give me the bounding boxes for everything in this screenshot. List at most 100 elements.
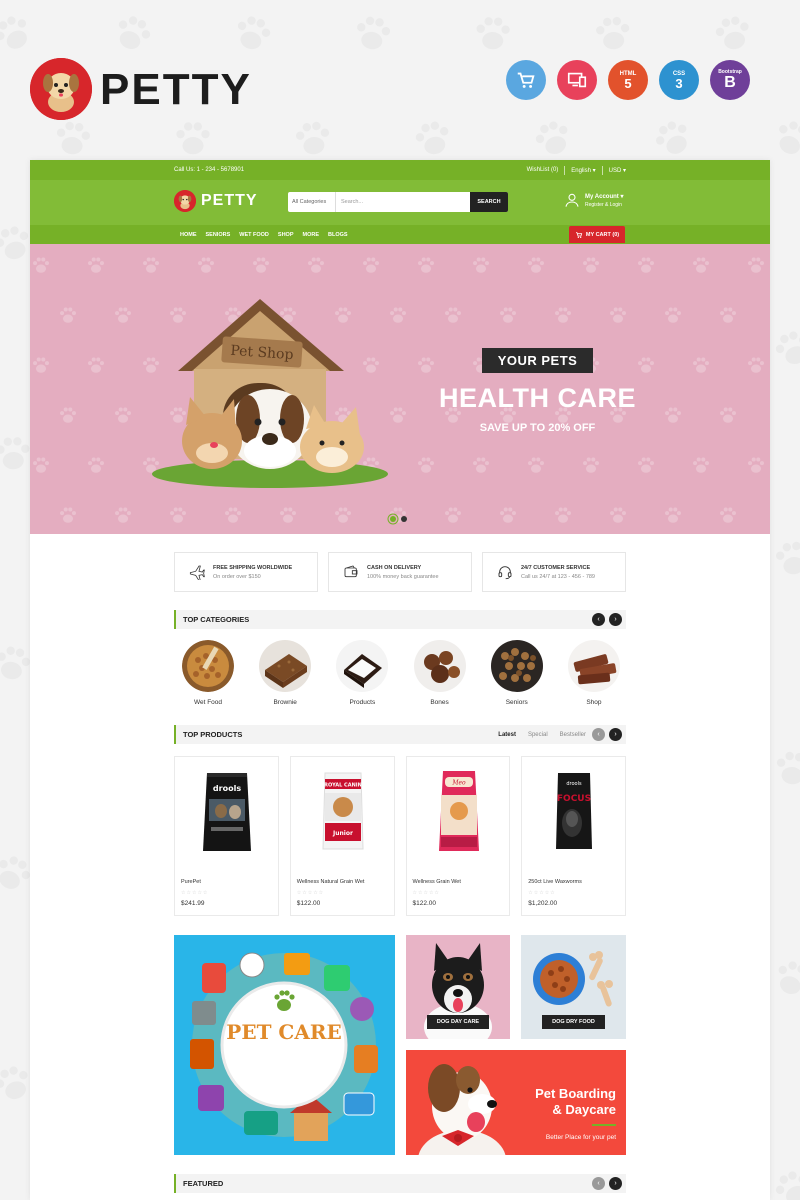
paw-decoration-icon [250,254,272,276]
shop-image [567,640,620,692]
template-header: PETTY HTML 5 CSS 3 Bootstrap B [0,0,800,150]
pet-care-banner[interactable]: PET CARE [174,935,395,1155]
product-price: $241.99 [181,900,205,907]
products-image [336,640,389,692]
slider-dot-2[interactable] [401,516,407,522]
dog-day-care-button[interactable]: DOG DAY CARE [427,1015,489,1029]
slider-dot-1[interactable] [390,516,396,522]
product-card[interactable]: Meo Wellness Grain Wet ☆☆☆☆☆ $122.00 [405,756,511,916]
paw-decoration-icon [442,304,464,326]
paw-decoration-icon [415,254,437,276]
tab-special[interactable]: Special [528,732,548,738]
category-products[interactable]: Products [334,640,390,706]
pet-shop-illustration: Pet Shop [152,299,388,488]
product-grid: drools PurePet ☆☆☆☆☆ $241.99 ROYAL CANIN… [174,756,626,916]
paw-decoration-icon [167,504,189,526]
prev-arrow-icon[interactable]: ‹ [592,728,605,741]
product-card[interactable]: ROYAL CANIN Junior Wellness Natural Grain… [289,756,395,916]
product-price: $122.00 [412,900,437,907]
dog-dry-food-banner[interactable]: DOG DRY FOOD [521,935,626,1039]
tab-bestseller[interactable]: Bestseller [560,732,586,738]
paw-decoration-icon [387,404,409,426]
puppy-logo-icon [30,58,92,120]
currency-dropdown[interactable]: USD ▾ [609,167,626,174]
paw-decoration-icon [332,504,354,526]
next-arrow-icon[interactable]: › [609,613,622,626]
language-dropdown[interactable]: English ▾ [571,167,595,174]
paw-decoration-icon [552,504,574,526]
service-text: Call us 24/7 at 123 - 456 - 789 [521,573,595,580]
search-input[interactable]: Search... [336,199,470,205]
bootstrap-letter: B [724,74,736,91]
cart-label: MY CART (0) [585,231,620,238]
service-free-shipping: FREE SHIPPING WORLDWIDE On order over $1… [174,552,318,592]
product-card[interactable]: drools FOCUS 250ct Live Waxworms ☆☆☆☆☆ $1… [521,756,626,916]
category-wet-food[interactable]: Wet Food [180,640,236,706]
paw-decoration-icon [30,454,52,476]
nav-wet-food[interactable]: WET FOOD [239,232,269,238]
hero-slider[interactable]: Pet Shop YOUR PETS HEALTH CARE SAVE UP T… [30,244,770,534]
prev-arrow-icon[interactable]: ‹ [592,613,605,626]
product-price: $122.00 [296,900,321,907]
tab-latest[interactable]: Latest [498,732,516,738]
paw-decoration-icon [717,304,739,326]
section-title: TOP CATEGORIES [183,615,250,624]
site-logo[interactable]: PETTY [174,190,258,212]
product-name[interactable]: PurePet [181,879,201,885]
nav-home[interactable]: HOME [180,232,197,238]
nav-shop[interactable]: SHOP [278,232,294,238]
wishlist-link[interactable]: WishList (0) [527,167,559,173]
paw-decoration-icon [525,454,547,476]
paw-decoration-icon [635,454,657,476]
category-label: Wet Food [193,699,223,706]
next-arrow-icon[interactable]: › [609,1177,622,1190]
product-image: ROYAL CANIN Junior [301,767,385,857]
next-arrow-icon[interactable]: › [609,728,622,741]
nav-seniors[interactable]: SENIORS [206,232,231,238]
product-name[interactable]: Wellness Grain Wet [413,879,461,885]
package-brand: ROYAL CANIN [324,783,362,789]
category-bones[interactable]: Bones [412,640,468,706]
html5-icon: HTML 5 [608,60,648,100]
paw-decoration-icon [580,254,602,276]
product-image: Meo [417,767,501,857]
service-title: CASH ON DELIVERY [367,564,422,571]
category-seniors[interactable]: Seniors [489,640,545,706]
site-header: PETTY All Categories Search... SEARCH My… [30,180,770,225]
service-cash-on-delivery: CASH ON DELIVERY 100% money back guarant… [328,552,472,592]
search-button[interactable]: SEARCH [470,192,508,212]
product-name[interactable]: Wellness Natural Grain Wet [297,879,365,885]
product-card[interactable]: drools PurePet ☆☆☆☆☆ $241.99 [174,756,279,916]
paw-decoration-icon [85,254,107,276]
paw-decoration-icon [497,504,519,526]
paw-decoration-icon [607,504,629,526]
my-cart-button[interactable]: MY CART (0) [569,226,625,243]
paw-decoration-icon [112,504,134,526]
site-logo-text: PETTY [201,192,258,209]
boarding-title-line-1: Pet Boarding [535,1086,616,1101]
prev-arrow-icon[interactable]: ‹ [592,1177,605,1190]
account-menu[interactable]: My Account ▾ Register & Login [564,192,623,208]
boarding-subtitle: Better Place for your pet [545,1134,616,1141]
search-category-select[interactable]: All Categories [288,192,336,212]
puppy-logo-icon [174,190,196,212]
plane-icon [189,565,205,580]
nav-blogs[interactable]: BLOGS [328,232,348,238]
pet-boarding-banner[interactable]: Pet Boarding & Daycare Better Place for … [406,1050,626,1155]
kibble-bowl-image [182,640,234,692]
product-name[interactable]: 250ct Live Waxworms [528,879,582,885]
service-text: 100% money back guarantee [367,573,439,580]
dog-dry-food-button[interactable]: DOG DRY FOOD [542,1015,605,1029]
boarding-title-line-2: & Daycare [552,1102,616,1117]
brownie-image [259,640,312,692]
paw-decoration-icon [767,532,800,583]
paw-decoration-icon [57,304,79,326]
category-shop[interactable]: Shop [566,640,622,706]
section-title: TOP PRODUCTS [183,730,243,739]
dog-day-care-banner[interactable]: DOG DAY CARE [406,935,510,1039]
paw-decoration-icon [387,504,409,526]
cart-icon [506,60,546,100]
paw-decoration-icon [112,304,134,326]
nav-more[interactable]: MORE [303,232,320,238]
category-brownie[interactable]: Brownie [257,640,313,706]
